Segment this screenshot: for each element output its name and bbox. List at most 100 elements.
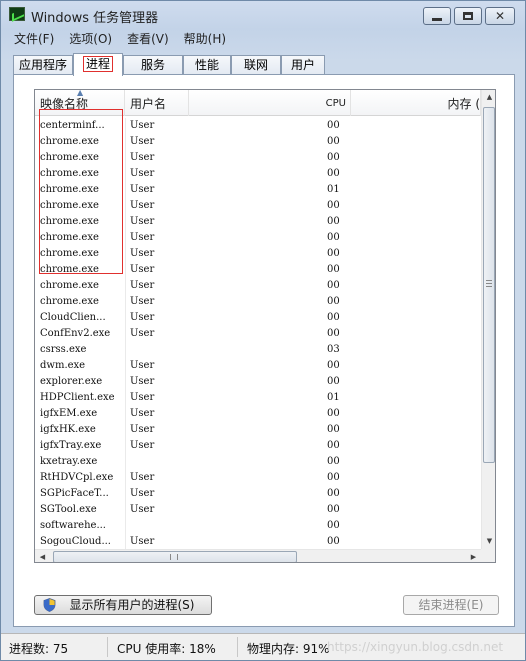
tab-processes[interactable]: 进程 [73, 53, 123, 76]
process-name: igfxHK.exe [40, 424, 96, 435]
process-row[interactable]: igfxHK.exe User 00 [35, 422, 481, 438]
process-row[interactable]: SGTool.exe User 00 [35, 502, 481, 518]
process-user: User [130, 264, 155, 275]
process-user: User [130, 424, 155, 435]
menu-options[interactable]: 选项(O) [69, 30, 112, 47]
process-name: centerminf... [40, 120, 105, 131]
tab-performance[interactable]: 性能 [183, 55, 231, 75]
process-cpu: 00 [327, 312, 340, 323]
process-user: User [130, 328, 155, 339]
grip-icon [486, 280, 492, 287]
watermark-text: https://xingyun.blog.csdn.net [327, 640, 504, 654]
vertical-scrollbar[interactable]: ▲ ▼ [481, 90, 495, 549]
process-row[interactable]: igfxEM.exe User 00 [35, 406, 481, 422]
end-process-label: 结束进程(E) [418, 598, 484, 612]
tab-label: 应用程序 [18, 58, 67, 72]
process-name: SGPicFaceT... [40, 488, 109, 499]
process-row[interactable]: CloudClien... User 00 [35, 310, 481, 326]
process-row[interactable]: HDPClient.exe User 01 [35, 390, 481, 406]
menu-help[interactable]: 帮助(H) [184, 30, 226, 47]
process-cpu: 03 [327, 344, 340, 355]
process-row[interactable]: chrome.exe User 00 [35, 198, 481, 214]
process-user: User [130, 312, 155, 323]
process-list[interactable]: 映像名称 ▲ 用户名 CPU 内存 ( centerminf... User 00 c… [34, 89, 496, 563]
scroll-down-icon[interactable]: ▼ [482, 534, 495, 549]
process-user: User [130, 200, 155, 211]
tab-services[interactable]: 服务 [123, 55, 183, 75]
process-row[interactable]: chrome.exe User 00 [35, 134, 481, 150]
status-divider [237, 637, 238, 657]
process-cpu: 00 [327, 216, 340, 227]
process-name: HDPClient.exe [40, 392, 115, 403]
close-button[interactable]: ✕ [485, 7, 515, 25]
process-row[interactable]: chrome.exe User 00 [35, 214, 481, 230]
process-row[interactable]: igfxTray.exe User 00 [35, 438, 481, 454]
process-row[interactable]: SGPicFaceT... User 00 [35, 486, 481, 502]
tab-applications[interactable]: 应用程序 [13, 55, 73, 75]
process-name: chrome.exe [40, 184, 99, 195]
process-row[interactable]: chrome.exe User 00 [35, 150, 481, 166]
title-bar[interactable]: Windows 任务管理器 ✕ [1, 1, 525, 27]
process-row[interactable]: kxetray.exe 00 [35, 454, 481, 470]
process-name: explorer.exe [40, 376, 103, 387]
minimize-button[interactable] [423, 7, 451, 25]
process-cpu: 00 [327, 248, 340, 259]
process-row[interactable]: chrome.exe User 00 [35, 166, 481, 182]
process-row[interactable]: explorer.exe User 00 [35, 374, 481, 390]
column-label: 内存 ( [447, 97, 481, 111]
vertical-scroll-thumb[interactable] [483, 107, 495, 463]
process-cpu: 00 [327, 376, 340, 387]
menu-view[interactable]: 查看(V) [127, 30, 169, 47]
column-cpu[interactable]: CPU [189, 90, 351, 116]
process-row[interactable]: centerminf... User 00 [35, 118, 481, 134]
process-name: csrss.exe [40, 344, 87, 355]
menu-file[interactable]: 文件(F) [14, 30, 54, 47]
process-row[interactable]: csrss.exe 03 [35, 342, 481, 358]
scrollbar-corner [481, 549, 495, 562]
process-cpu: 00 [327, 152, 340, 163]
process-name: chrome.exe [40, 280, 99, 291]
process-row[interactable]: RtHDVCpl.exe User 00 [35, 470, 481, 486]
column-memory[interactable]: 内存 ( [351, 90, 481, 116]
scroll-left-icon[interactable]: ◀ [35, 550, 50, 562]
process-row[interactable]: chrome.exe User 00 [35, 294, 481, 310]
process-name: chrome.exe [40, 152, 99, 163]
process-cpu: 00 [327, 520, 340, 531]
process-cpu: 00 [327, 424, 340, 435]
tab-networking[interactable]: 联网 [231, 55, 281, 75]
process-row[interactable]: chrome.exe User 00 [35, 262, 481, 278]
end-process-button[interactable]: 结束进程(E) [403, 595, 499, 615]
process-row[interactable]: ConfEnv2.exe User 00 [35, 326, 481, 342]
show-all-users-button[interactable]: 显示所有用户的进程(S) [34, 595, 212, 615]
status-physical-memory: 物理内存: 91% [247, 642, 330, 656]
process-row[interactable]: chrome.exe User 00 [35, 230, 481, 246]
tab-users[interactable]: 用户 [281, 55, 325, 75]
process-row[interactable]: chrome.exe User 00 [35, 246, 481, 262]
process-row[interactable]: chrome.exe User 00 [35, 278, 481, 294]
column-header: 映像名称 ▲ 用户名 CPU 内存 ( [35, 90, 481, 116]
process-row[interactable]: dwm.exe User 00 [35, 358, 481, 374]
status-cpu-usage: CPU 使用率: 18% [117, 642, 216, 656]
process-user: User [130, 248, 155, 259]
process-cpu: 00 [327, 504, 340, 515]
maximize-button[interactable] [454, 7, 482, 25]
process-cpu: 00 [327, 472, 340, 483]
show-all-users-label: 显示所有用户的进程(S) [69, 598, 195, 612]
process-cpu: 00 [327, 232, 340, 243]
process-user: User [130, 136, 155, 147]
process-row[interactable]: softwarehe... 00 [35, 518, 481, 534]
process-row[interactable]: chrome.exe User 01 [35, 182, 481, 198]
scroll-up-icon[interactable]: ▲ [482, 90, 495, 105]
process-user: User [130, 232, 155, 243]
horizontal-scroll-thumb[interactable] [53, 551, 297, 562]
scroll-right-icon[interactable]: ▶ [466, 550, 481, 562]
column-label: CPU [325, 98, 346, 109]
process-row[interactable]: SogouCloud... User 00 [35, 534, 481, 550]
horizontal-scrollbar[interactable]: ◀ ▶ [35, 549, 481, 562]
tab-label: 服务 [140, 58, 165, 72]
minimize-icon [432, 17, 442, 21]
column-user-name[interactable]: 用户名 [125, 90, 189, 116]
process-name: dwm.exe [40, 360, 86, 371]
process-user: User [130, 216, 155, 227]
tab-label: 联网 [243, 58, 268, 72]
